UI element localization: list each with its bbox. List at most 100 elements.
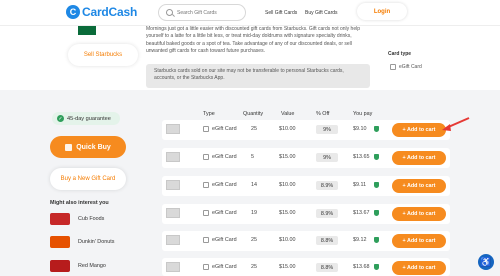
gift-card-icon <box>203 126 209 132</box>
col-header-quantity: Quantity <box>243 111 264 117</box>
shield-check-icon <box>374 237 379 243</box>
logo[interactable]: C CardCash <box>66 5 137 19</box>
card-type-value: eGift Card <box>399 64 422 70</box>
table-row: eGift Card 25 $10.00 9% $9.10 + Add to c… <box>162 120 450 140</box>
sell-starbucks-button[interactable]: Sell Starbucks <box>68 44 138 66</box>
page: C CardCash Sell Gift Cards Buy Gift Card… <box>0 0 500 276</box>
card-type-label: Card type <box>388 51 412 57</box>
transfer-notice: Starbucks cards sold on our site may not… <box>146 64 370 88</box>
nav-sell-gift-cards[interactable]: Sell Gift Cards <box>265 10 297 16</box>
type-label: eGift Card <box>212 182 237 188</box>
value-cell: $10.00 <box>279 182 296 188</box>
type-cell: eGift Card <box>203 210 237 216</box>
site-header: C CardCash Sell Gift Cards Buy Gift Card… <box>0 0 500 26</box>
card-type-filter[interactable]: eGift Card <box>390 64 422 70</box>
col-header-value: Value <box>281 111 295 117</box>
product-description: Mornings just got a little easier with d… <box>146 26 360 55</box>
guarantee-text: 45-day guarantee <box>67 115 111 122</box>
card-thumbnail <box>166 180 180 190</box>
quantity-cell: 19 <box>251 210 257 216</box>
value-cell: $15.00 <box>279 210 296 216</box>
type-label: eGift Card <box>212 126 237 132</box>
col-header-off[interactable]: % Off <box>316 111 329 117</box>
pay-cell: $9.12 <box>353 237 367 243</box>
table-row: eGift Card 25 $15.00 8.8% $13.68 + Add t… <box>162 258 450 276</box>
type-label: eGift Card <box>212 154 237 160</box>
shield-check-icon <box>374 154 379 160</box>
value-cell: $10.00 <box>279 237 296 243</box>
off-badge: 8.9% <box>316 209 338 218</box>
accessibility-icon[interactable]: ♿ <box>478 254 494 270</box>
search-icon <box>166 9 173 16</box>
pay-cell: $9.10 <box>353 126 367 132</box>
card-thumbnail <box>166 152 180 162</box>
login-button[interactable]: Login <box>357 3 407 20</box>
quantity-cell: 25 <box>251 126 257 132</box>
search-input[interactable] <box>177 9 237 16</box>
quick-buy-label: Quick Buy <box>76 143 111 151</box>
card-thumbnail <box>166 208 180 218</box>
gift-card-icon <box>203 154 209 160</box>
type-cell: eGift Card <box>203 264 237 270</box>
type-label: eGift Card <box>212 237 237 243</box>
product-info: Sell Starbucks Mornings just got a littl… <box>0 26 500 90</box>
related-item-label: Red Mango <box>78 263 106 269</box>
type-cell: eGift Card <box>203 237 237 243</box>
pay-cell: $13.68 <box>353 264 370 270</box>
off-badge: 9% <box>316 125 338 134</box>
quick-buy-button[interactable]: Quick Buy <box>50 136 126 158</box>
related-item-dunkin-donuts[interactable]: Dunkin' Donuts <box>50 235 160 249</box>
col-header-you-pay: You pay <box>353 111 373 117</box>
add-to-cart-button[interactable]: + Add to cart <box>392 207 446 221</box>
col-header-type: Type <box>203 111 215 117</box>
card-thumbnail <box>166 235 180 245</box>
dunkin-donuts-logo <box>50 236 70 248</box>
add-to-cart-button[interactable]: + Add to cart <box>392 179 446 193</box>
type-cell: eGift Card <box>203 154 237 160</box>
off-badge: 8.9% <box>316 181 338 190</box>
add-to-cart-button[interactable]: + Add to cart <box>392 261 446 275</box>
quantity-cell: 25 <box>251 237 257 243</box>
starbucks-card-image <box>72 26 134 38</box>
table-row: eGift Card 14 $10.00 8.9% $9.11 + Add to… <box>162 176 450 196</box>
logo-icon: C <box>66 5 80 19</box>
quantity-cell: 14 <box>251 182 257 188</box>
related-item-red-mango[interactable]: Red Mango <box>50 259 160 273</box>
add-to-cart-button[interactable]: + Add to cart <box>392 151 446 165</box>
shield-check-icon <box>374 126 379 132</box>
pay-cell: $13.67 <box>353 210 370 216</box>
quantity-cell: 5 <box>251 154 254 160</box>
value-cell: $15.00 <box>279 264 296 270</box>
pay-cell: $9.11 <box>353 182 367 188</box>
related-item-cub-foods[interactable]: Cub Foods <box>50 212 160 226</box>
table-row: eGift Card 19 $15.00 8.9% $13.67 + Add t… <box>162 204 450 224</box>
check-icon: ✓ <box>57 115 64 122</box>
logo-text: CardCash <box>82 5 138 19</box>
related-heading: Might also interest you <box>50 200 109 206</box>
nav-buy-gift-cards[interactable]: Buy Gift Cards <box>305 10 338 16</box>
annotation-arrow-icon <box>442 117 470 131</box>
search-box[interactable] <box>158 4 246 21</box>
value-cell: $10.00 <box>279 126 296 132</box>
table-row: eGift Card 5 $15.00 9% $13.65 + Add to c… <box>162 148 450 168</box>
card-thumbnail <box>166 124 180 134</box>
gift-card-icon <box>390 64 396 70</box>
guarantee-badge: ✓ 45-day guarantee <box>52 112 120 125</box>
pay-cell: $13.65 <box>353 154 370 160</box>
gift-card-icon <box>203 182 209 188</box>
bag-icon <box>65 143 73 151</box>
type-label: eGift Card <box>212 210 237 216</box>
off-badge: 9% <box>316 153 338 162</box>
value-cell: $15.00 <box>279 154 296 160</box>
off-badge: 8.8% <box>316 263 338 272</box>
gift-card-icon <box>203 264 209 270</box>
add-to-cart-button[interactable]: + Add to cart <box>392 234 446 248</box>
related-item-label: Cub Foods <box>78 216 105 222</box>
shield-check-icon <box>374 264 379 270</box>
add-to-cart-button[interactable]: + Add to cart <box>392 123 446 137</box>
card-thumbnail <box>166 262 180 272</box>
related-item-label: Dunkin' Donuts <box>78 239 115 245</box>
buy-new-gift-card-button[interactable]: Buy a New Gift Card <box>50 168 126 190</box>
type-cell: eGift Card <box>203 126 237 132</box>
gift-card-icon <box>203 210 209 216</box>
